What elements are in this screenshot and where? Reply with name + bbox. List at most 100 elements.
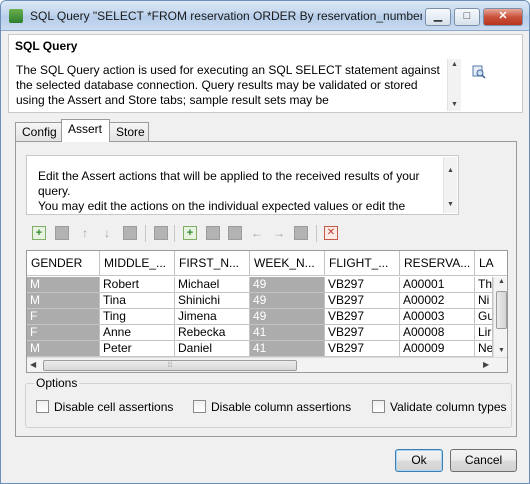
options-group: Options Disable cell assertions Disable … [25, 376, 512, 428]
table-cell[interactable]: Ne [475, 341, 493, 357]
column-header[interactable]: MIDDLE_... [100, 251, 175, 276]
cancel-button[interactable]: Cancel [450, 449, 517, 472]
table-cell[interactable]: A00009 [400, 341, 475, 357]
expected-results-grid[interactable]: GENDER MIDDLE_... FIRST_N... WEEK_N... F… [26, 250, 508, 373]
assert-icon[interactable] [123, 226, 137, 240]
table-cell[interactable]: Tina [100, 293, 175, 309]
move-right-icon[interactable]: → [272, 226, 286, 240]
table-row[interactable]: M Robert Michael 49 VB297 A00001 Th [27, 277, 507, 293]
table-cell[interactable]: 49 [250, 293, 325, 309]
tab-store[interactable]: Store [109, 122, 149, 141]
grid-horizontal-scrollbar[interactable]: ◀ ⦙⦙⦙ ▶ [27, 357, 507, 372]
move-up-icon[interactable]: ↑ [78, 226, 92, 240]
scroll-down-icon[interactable]: ▼ [498, 347, 505, 354]
scroll-right-icon[interactable]: ▶ [483, 360, 489, 369]
scrollbar-thumb[interactable] [496, 291, 507, 329]
grid-vertical-scrollbar[interactable]: ▲ ▼ [493, 277, 507, 357]
table-cell[interactable]: Lir [475, 325, 493, 341]
scrollbar-thumb[interactable]: ⦙⦙⦙ [43, 360, 297, 371]
assert-icon[interactable] [154, 226, 168, 240]
table-cell[interactable]: Gu [475, 309, 493, 325]
table-cell[interactable]: 41 [250, 341, 325, 357]
table-cell[interactable]: Daniel [175, 341, 250, 357]
column-header[interactable]: FLIGHT_... [325, 251, 400, 276]
ok-button[interactable]: Ok [395, 449, 443, 472]
clear-icon[interactable]: ✕ [324, 226, 338, 240]
app-icon [9, 9, 23, 23]
toolbar-separator [145, 225, 146, 242]
title-bar[interactable]: SQL Query "SELECT *FROM reservation ORDE… [1, 1, 529, 31]
scroll-left-icon[interactable]: ◀ [30, 360, 36, 369]
table-cell[interactable]: Michael [175, 277, 250, 293]
toolbar-separator [316, 225, 317, 242]
checkbox-box[interactable] [372, 400, 385, 413]
table-row[interactable]: M Peter Daniel 41 VB297 A00009 Ne [27, 341, 507, 357]
table-cell[interactable]: F [27, 325, 100, 341]
table-cell[interactable]: VB297 [325, 325, 400, 341]
table-cell[interactable]: Anne [100, 325, 175, 341]
assert-icon[interactable] [55, 226, 69, 240]
table-cell[interactable]: Robert [100, 277, 175, 293]
scroll-up-icon[interactable]: ▲ [447, 167, 454, 175]
table-cell[interactable]: VB297 [325, 341, 400, 357]
table-cell[interactable]: 41 [250, 325, 325, 341]
table-cell[interactable]: A00002 [400, 293, 475, 309]
column-header[interactable]: WEEK_N... [250, 251, 325, 276]
assert-icon[interactable] [206, 226, 220, 240]
table-row[interactable]: F Anne Rebecka 41 VB297 A00008 Lir [27, 325, 507, 341]
help-magnifier-icon[interactable] [472, 65, 486, 79]
table-cell[interactable]: Peter [100, 341, 175, 357]
table-cell[interactable]: Rebecka [175, 325, 250, 341]
add-row-icon[interactable]: + [32, 226, 46, 240]
table-cell[interactable]: VB297 [325, 309, 400, 325]
table-cell[interactable]: A00003 [400, 309, 475, 325]
table-cell[interactable]: 49 [250, 309, 325, 325]
table-cell[interactable]: M [27, 293, 100, 309]
close-button[interactable]: ✕ [483, 8, 523, 26]
assert-tab-panel: Edit the Assert actions that will be app… [15, 141, 517, 437]
table-cell[interactable]: A00001 [400, 277, 475, 293]
checkbox-box[interactable] [193, 400, 206, 413]
table-cell[interactable]: Ni [475, 293, 493, 309]
assert-icon[interactable] [228, 226, 242, 240]
move-down-icon[interactable]: ↓ [100, 226, 114, 240]
grid-header: GENDER MIDDLE_... FIRST_N... WEEK_N... F… [27, 251, 507, 276]
scroll-down-icon[interactable]: ▼ [447, 201, 454, 209]
scroll-down-icon[interactable]: ▼ [451, 101, 458, 109]
table-cell[interactable]: Th [475, 277, 493, 293]
table-cell[interactable]: 49 [250, 277, 325, 293]
minimize-button[interactable]: ▁ [425, 8, 451, 26]
table-cell[interactable]: F [27, 309, 100, 325]
table-row[interactable]: M Tina Shinichi 49 VB297 A00002 Ni [27, 293, 507, 309]
column-header[interactable]: FIRST_N... [175, 251, 250, 276]
table-cell[interactable]: VB297 [325, 293, 400, 309]
assert-icon[interactable] [294, 226, 308, 240]
table-cell[interactable]: Ting [100, 309, 175, 325]
disable-cell-assertions-checkbox[interactable]: Disable cell assertions [36, 400, 173, 416]
column-header[interactable]: RESERVA... [400, 251, 475, 276]
description-scrollbar[interactable]: ▲ ▼ [447, 59, 461, 111]
table-cell[interactable]: VB297 [325, 277, 400, 293]
add-column-icon[interactable]: + [183, 226, 197, 240]
scroll-up-icon[interactable]: ▲ [451, 61, 458, 69]
assert-info-scrollbar[interactable]: ▲ ▼ [443, 157, 457, 213]
maximize-button[interactable]: □ [454, 8, 480, 26]
table-cell[interactable]: M [27, 277, 100, 293]
assert-toolbar: + ↑ ↓ + ← → ✕ [28, 224, 508, 244]
table-cell[interactable]: M [27, 341, 100, 357]
table-cell[interactable]: Shinichi [175, 293, 250, 309]
checkbox-label: Validate column types [390, 400, 507, 414]
move-left-icon[interactable]: ← [250, 226, 264, 240]
checkbox-label: Disable column assertions [211, 400, 352, 414]
table-cell[interactable]: Jimena [175, 309, 250, 325]
table-row[interactable]: F Ting Jimena 49 VB297 A00003 Gu [27, 309, 507, 325]
tab-assert[interactable]: Assert [61, 119, 110, 142]
column-header[interactable]: LA [475, 251, 507, 276]
checkbox-box[interactable] [36, 400, 49, 413]
tab-config[interactable]: Config [15, 122, 62, 141]
table-cell[interactable]: A00008 [400, 325, 475, 341]
validate-column-types-checkbox[interactable]: Validate column types [372, 400, 507, 416]
disable-column-assertions-checkbox[interactable]: Disable column assertions [193, 400, 351, 416]
scroll-up-icon[interactable]: ▲ [498, 278, 505, 285]
column-header[interactable]: GENDER [27, 251, 100, 276]
